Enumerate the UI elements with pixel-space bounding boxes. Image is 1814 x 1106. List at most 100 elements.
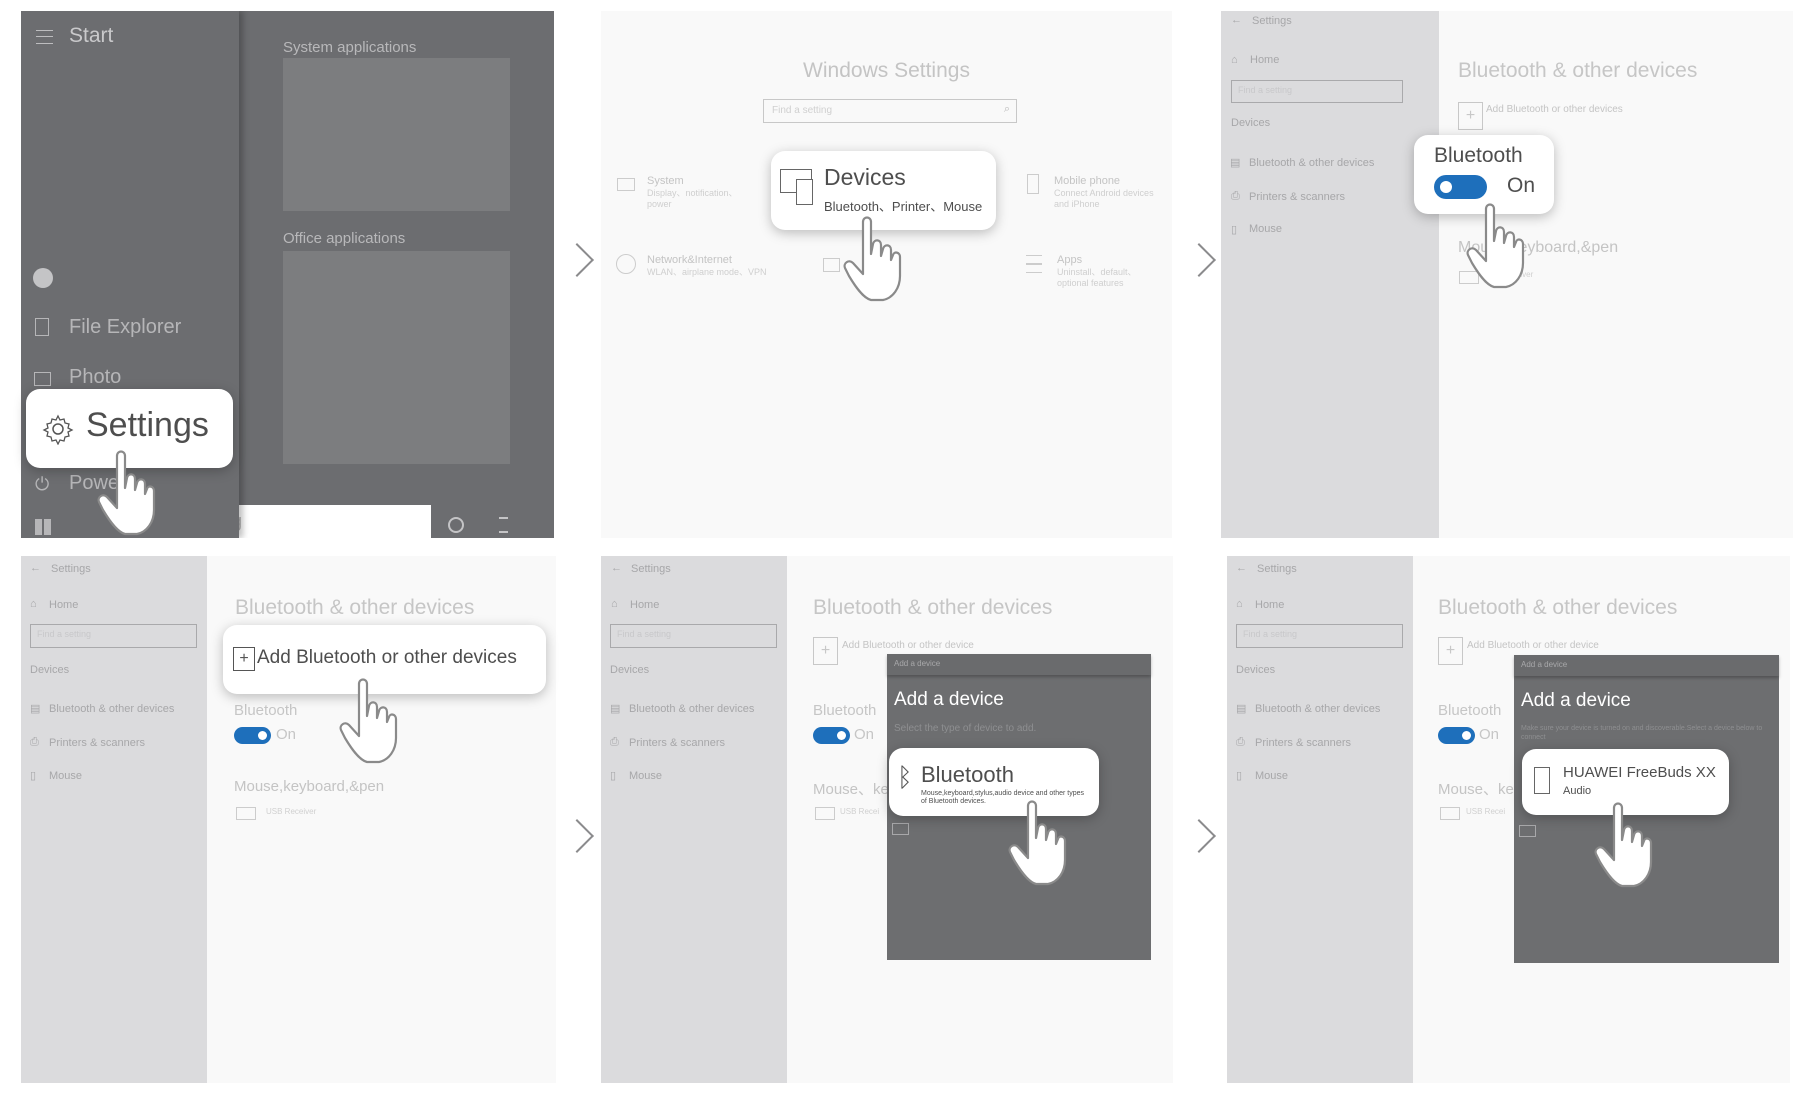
bluetooth-devices-icon: ▤: [1230, 157, 1241, 169]
nav-bluetooth-devices[interactable]: Bluetooth & other devices: [1249, 157, 1374, 169]
sidebar-search-placeholder: Find a setting: [1238, 85, 1293, 95]
hamburger-menu-icon[interactable]: [36, 30, 53, 44]
next-arrow-icon: [560, 819, 594, 853]
nav-printers[interactable]: Printers & scanners: [1249, 191, 1345, 203]
bluetooth-state: On: [1479, 726, 1500, 743]
bluetooth-toggle[interactable]: [1438, 727, 1475, 744]
bluetooth-label: Bluetooth: [813, 702, 877, 719]
home-icon: ⌂: [1236, 598, 1243, 610]
dialog-titlebar: Add a device: [887, 654, 1151, 675]
nav-home[interactable]: Home: [1255, 599, 1284, 611]
nav-mouse[interactable]: Mouse: [49, 770, 82, 782]
page-title: Bluetooth & other devices: [1458, 59, 1698, 82]
user-avatar-icon[interactable]: [33, 268, 53, 288]
back-arrow-icon[interactable]: ←: [1231, 14, 1242, 26]
sidebar-search-placeholder: Find a setting: [37, 629, 92, 639]
hand-pointer-icon: [1008, 798, 1068, 888]
settings-back-label[interactable]: Settings: [1257, 563, 1297, 575]
bluetooth-toggle[interactable]: [813, 727, 850, 744]
bluetooth-state: On: [276, 726, 297, 743]
usb-receiver-label: USB Receiver: [266, 807, 317, 816]
hand-pointer-icon: [97, 448, 157, 538]
system-apps-tile[interactable]: [283, 58, 510, 211]
home-icon: ⌂: [611, 598, 618, 610]
tile-system-name[interactable]: System: [647, 175, 684, 187]
nav-bluetooth-devices[interactable]: Bluetooth & other devices: [1255, 703, 1380, 715]
home-icon: ⌂: [30, 598, 37, 610]
section-mouse-keyboard: Mouse、ke: [813, 781, 889, 798]
nav-printers[interactable]: Printers & scanners: [1255, 737, 1351, 749]
dialog-subtitle: Select the type of device to add.: [894, 723, 1037, 734]
settings-back-label[interactable]: Settings: [1252, 15, 1292, 27]
settings-back-label[interactable]: Settings: [631, 563, 671, 575]
nav-home[interactable]: Home: [1250, 54, 1279, 66]
bluetooth-devices-icon: ▤: [1236, 703, 1247, 715]
bluetooth-toggle[interactable]: [1434, 175, 1487, 199]
nav-printers[interactable]: Printers & scanners: [629, 737, 725, 749]
gear-icon: [42, 414, 74, 445]
add-device-plus-icon[interactable]: +: [1458, 102, 1483, 130]
bluetooth-toggle[interactable]: [234, 727, 271, 744]
devices-highlight-desc: Bluetooth、Printer、Mouse: [824, 199, 983, 214]
sidebar-search-input[interactable]: Find a setting: [30, 624, 197, 648]
menu-item-photo[interactable]: Photo: [69, 366, 121, 389]
sidebar-search-input[interactable]: Find a setting: [1236, 624, 1403, 648]
nav-mouse[interactable]: Mouse: [629, 770, 662, 782]
plus-icon: +: [233, 647, 255, 671]
page-title: Bluetooth & other devices: [235, 596, 475, 619]
find-setting-input[interactable]: Find a setting ⌕: [763, 99, 1017, 123]
bluetooth-devices-icon: ▤: [610, 703, 621, 715]
tile-apps-name[interactable]: Apps: [1057, 254, 1082, 266]
photo-icon: [34, 372, 51, 386]
speaker-icon: [1534, 767, 1550, 794]
bluetooth-state: On: [1507, 174, 1536, 197]
add-device-plus-icon[interactable]: +: [1438, 637, 1463, 665]
menu-item-file-explorer[interactable]: File Explorer: [69, 316, 181, 339]
back-arrow-icon[interactable]: ←: [1236, 562, 1247, 574]
add-device-link[interactable]: Add Bluetooth or other device: [842, 640, 974, 651]
nav-mouse[interactable]: Mouse: [1255, 770, 1288, 782]
nav-bluetooth-devices[interactable]: Bluetooth & other devices: [49, 703, 174, 715]
dialog-subtitle: Make sure your device is turned on and d…: [1521, 725, 1763, 741]
nav-bluetooth-devices[interactable]: Bluetooth & other devices: [629, 703, 754, 715]
back-arrow-icon[interactable]: ←: [611, 562, 622, 574]
settings-back-label[interactable]: Settings: [51, 563, 91, 575]
office-apps-tile[interactable]: [283, 251, 510, 464]
dialog-titlebar-label: Add a device: [894, 659, 941, 668]
start-title: Start: [69, 24, 114, 47]
laptop-icon: [617, 178, 635, 191]
back-arrow-icon[interactable]: ←: [30, 562, 41, 574]
sidebar-search-placeholder: Find a setting: [617, 629, 672, 639]
nav-mouse[interactable]: Mouse: [1249, 223, 1282, 235]
toggle-knob: [1440, 181, 1452, 193]
sidebar-search-placeholder: Find a setting: [1243, 629, 1298, 639]
nav-home[interactable]: Home: [49, 599, 78, 611]
sidebar-search-input[interactable]: Find a setting: [1231, 80, 1403, 103]
dialog-title: Add a device: [894, 689, 1004, 710]
bluetooth-icon: ᛒ: [897, 762, 913, 792]
keyboard-icon: [1440, 807, 1460, 820]
tile-apps-desc: Uninstall、default、optional features: [1057, 267, 1137, 288]
tile-mobile-name[interactable]: Mobile phone: [1054, 175, 1120, 187]
next-arrow-icon: [1182, 243, 1216, 277]
hand-pointer-icon: [843, 214, 903, 304]
tile-mobile-desc: Connect Android devices and iPhone: [1054, 188, 1154, 209]
nav-home[interactable]: Home: [630, 599, 659, 611]
add-device-link[interactable]: Add Bluetooth or other devices: [1486, 104, 1623, 115]
device-name: HUAWEI FreeBuds XX: [1563, 764, 1716, 781]
apps-list-icon: [1026, 255, 1042, 273]
cortana-icon[interactable]: [448, 517, 464, 533]
dialog-title: Add a device: [1521, 690, 1631, 711]
toggle-knob: [1462, 731, 1471, 740]
sidebar-search-input[interactable]: Find a setting: [610, 624, 777, 648]
nav-printers[interactable]: Printers & scanners: [49, 737, 145, 749]
add-device-link[interactable]: Add Bluetooth or other device: [1467, 640, 1599, 651]
step5-add-device-dialog: ← Settings ⌂ Home Find a setting Devices…: [601, 556, 1173, 1083]
windows-logo-icon[interactable]: [35, 519, 51, 535]
monitor-icon: [892, 823, 909, 835]
tile-network-name[interactable]: Network&Internet: [647, 254, 732, 266]
hand-pointer-icon: [1466, 201, 1526, 291]
task-view-icon[interactable]: [499, 517, 508, 533]
add-device-plus-icon[interactable]: +: [813, 637, 838, 665]
file-icon: [35, 318, 49, 336]
